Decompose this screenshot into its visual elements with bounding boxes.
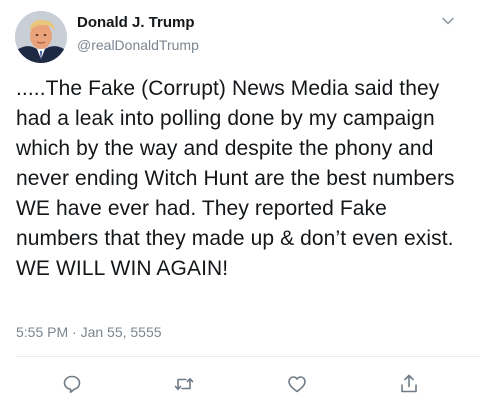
retweet-icon bbox=[174, 378, 194, 390]
like-button[interactable] bbox=[285, 372, 309, 396]
tweet-card: Donald J. Trump @realDonaldTrump .....Th… bbox=[0, 0, 480, 410]
share-icon bbox=[401, 374, 417, 393]
retweet-button[interactable] bbox=[172, 372, 196, 396]
author-name[interactable]: Donald J. Trump bbox=[77, 14, 195, 31]
reply-button[interactable] bbox=[60, 372, 84, 396]
share-button[interactable] bbox=[397, 372, 421, 396]
author-handle[interactable]: @realDonaldTrump bbox=[77, 37, 199, 53]
avatar[interactable] bbox=[15, 11, 67, 63]
divider bbox=[16, 356, 480, 357]
avatar-image bbox=[15, 11, 67, 63]
tweet-text: .....The Fake (Corrupt) News Media said … bbox=[16, 77, 461, 280]
chevron-down-icon[interactable] bbox=[441, 14, 455, 28]
heart-icon bbox=[288, 376, 306, 393]
tweet-timestamp[interactable]: 5:55 PM · Jan 55, 5555 bbox=[16, 324, 162, 340]
reply-icon bbox=[63, 375, 81, 393]
